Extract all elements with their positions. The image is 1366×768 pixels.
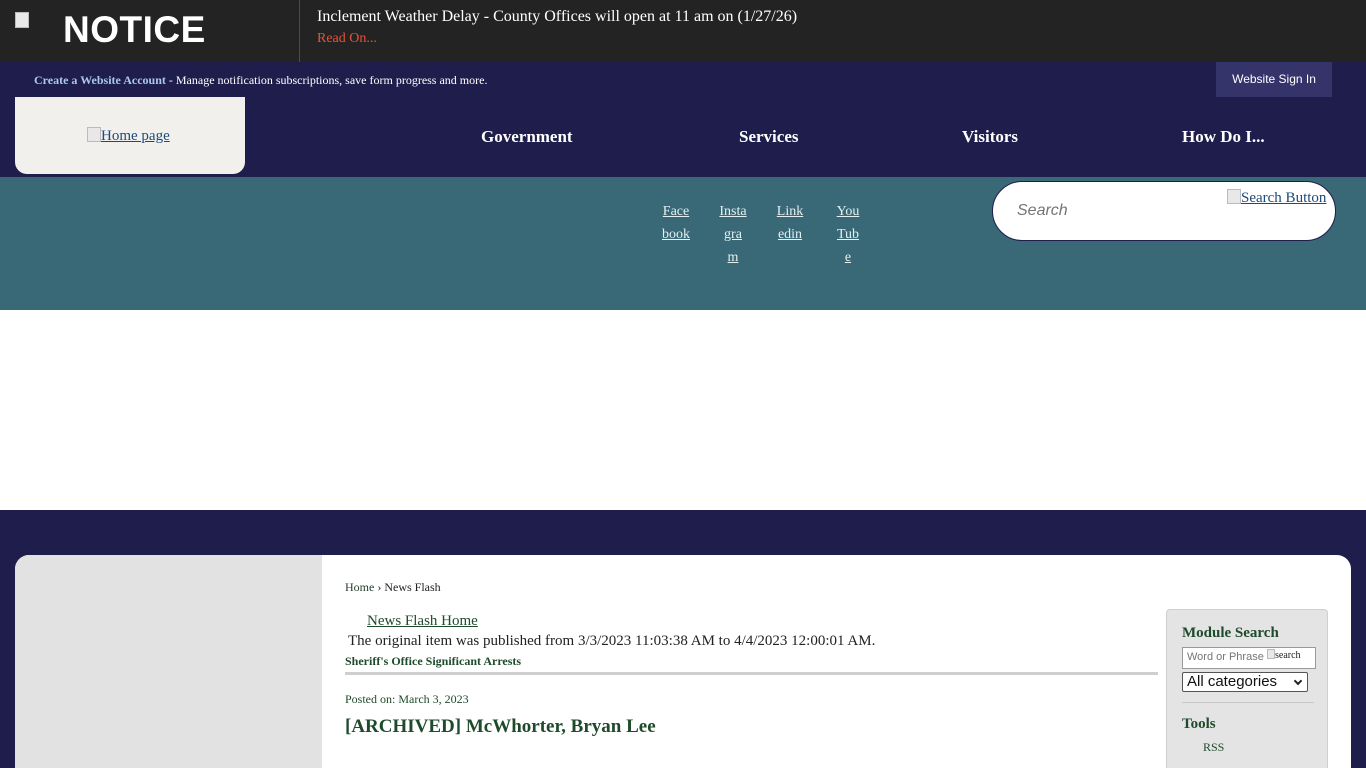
create-account-link[interactable]: Create a Website Account	[34, 73, 166, 87]
search-icon	[1267, 649, 1275, 659]
sidebar-divider	[1182, 702, 1314, 703]
breadcrumb-separator: ›	[374, 580, 385, 594]
divider	[345, 672, 1158, 675]
logo-alt-text: Home page	[101, 128, 170, 144]
category-select-value: All categories	[1187, 673, 1278, 690]
search-button-alt: Search Button	[1241, 190, 1327, 206]
search-icon	[1227, 189, 1241, 204]
linkedin-icon[interactable]: Linkedin	[776, 200, 804, 246]
emergency-notice-bar: NOTICE Inclement Weather Delay - County …	[0, 0, 1366, 62]
breadcrumb: Home › News Flash	[345, 580, 441, 594]
logo-container: Home page	[15, 97, 245, 174]
rss-link[interactable]: RSS	[1203, 740, 1224, 754]
site-header: Home page Government Services Visitors H…	[0, 97, 1366, 177]
module-search-button-alt: search	[1275, 650, 1301, 661]
category-select[interactable]: All categories	[1182, 672, 1308, 692]
search-button[interactable]: Search Button	[1227, 189, 1326, 207]
news-category: Sheriff's Office Significant Arrests	[345, 654, 522, 668]
notice-header: NOTICE	[0, 0, 300, 62]
news-flash-home-link[interactable]: News Flash Home	[367, 612, 478, 630]
posted-date: Posted on: March 3, 2023	[345, 692, 469, 706]
nav-services[interactable]: Services	[739, 127, 798, 147]
module-search-title: Module Search	[1182, 625, 1279, 641]
notice-message: Inclement Weather Delay - County Offices…	[317, 8, 798, 25]
breadcrumb-home[interactable]: Home	[345, 580, 374, 594]
site-search: Search Button	[992, 181, 1336, 241]
notice-title: NOTICE	[63, 9, 206, 50]
nav-government[interactable]: Government	[481, 127, 573, 147]
search-input[interactable]	[1017, 200, 1207, 222]
search-band: Facebook Instagram Linkedin YouTube Sear…	[0, 177, 1366, 310]
youtube-icon[interactable]: YouTube	[834, 200, 862, 269]
website-sign-in-button[interactable]: Website Sign In	[1216, 62, 1332, 97]
instagram-icon[interactable]: Instagram	[719, 200, 747, 269]
article-title: [ARCHIVED] McWhorter, Bryan Lee	[345, 716, 656, 737]
breadcrumb-current: News Flash	[384, 580, 441, 594]
archived-published-note: The original item was published from 3/3…	[348, 633, 876, 649]
account-bar-text: Create a Website Account - Manage notifi…	[34, 72, 487, 88]
module-search-field: search	[1182, 647, 1316, 669]
tools-title: Tools	[1182, 716, 1216, 732]
facebook-icon[interactable]: Facebook	[662, 200, 690, 246]
main-content-card: Home › News Flash News Flash Home The or…	[15, 555, 1351, 768]
home-page-logo-link[interactable]: Home page	[87, 127, 170, 145]
notice-read-on-link[interactable]: Read On...	[317, 30, 377, 48]
nav-visitors[interactable]: Visitors	[962, 127, 1018, 147]
notice-alert-icon	[15, 12, 55, 52]
news-flash-content: Home › News Flash News Flash Home The or…	[345, 555, 1160, 768]
module-sidebar: Module Search search All categories Tool…	[1166, 609, 1328, 768]
module-search-input[interactable]	[1187, 651, 1267, 663]
chevron-down-icon	[1293, 676, 1303, 686]
module-search-button[interactable]: search	[1267, 649, 1301, 661]
nav-how-do-i[interactable]: How Do I...	[1182, 127, 1265, 147]
broken-image-icon	[87, 127, 101, 142]
account-bar: Create a Website Account - Manage notifi…	[0, 62, 1366, 97]
account-bar-description: - Manage notification subscriptions, sav…	[165, 73, 488, 87]
left-sidebar-panel	[15, 555, 322, 768]
